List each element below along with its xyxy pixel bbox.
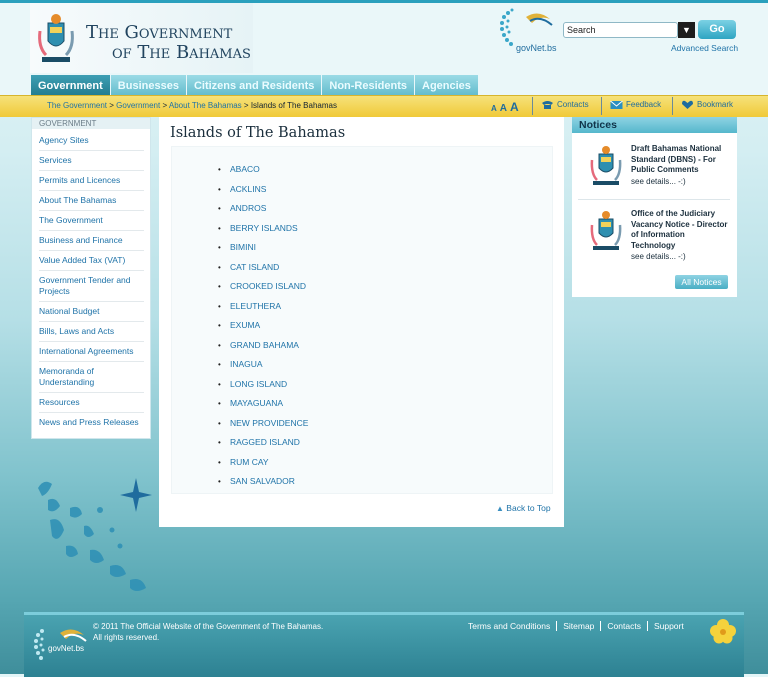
notices-heading: Notices [572, 117, 737, 133]
sidebar-heading: GOVERNMENT [32, 118, 150, 129]
island-link[interactable]: ACKLINS [218, 180, 308, 200]
hibiscus-flower-icon [710, 619, 736, 644]
footer-links: Terms and Conditions Sitemap Contacts Suppo… [468, 621, 690, 631]
feedback-link[interactable]: Feedback [610, 100, 661, 110]
divider [532, 97, 533, 115]
site-title-line2: of The Bahamas [112, 42, 251, 63]
govnet-text: govNet.bs [516, 43, 557, 53]
island-link[interactable]: BERRY ISLANDS [218, 219, 308, 239]
bookmark-link[interactable]: Bookmark [681, 100, 733, 110]
sidebar-item-agreements[interactable]: International Agreements [39, 342, 144, 362]
sidebar-item-news[interactable]: News and Press Releases [39, 413, 144, 432]
breadcrumb-separator: > [162, 101, 168, 110]
notice-title[interactable]: Office of the Judiciary Vacancy Notice -… [631, 209, 731, 251]
phone-icon [542, 101, 553, 109]
all-notices-button[interactable]: All Notices [675, 275, 728, 289]
copyright: © 2011 The Official Website of the Gover… [93, 622, 324, 642]
footer-link-contacts[interactable]: Contacts [600, 621, 647, 631]
sidebar-item-permits[interactable]: Permits and Licences [39, 171, 144, 191]
divider [578, 199, 730, 200]
breadcrumb-separator: > [243, 101, 249, 110]
island-link[interactable]: EXUMA [218, 316, 308, 336]
coat-of-arms-icon [590, 146, 622, 185]
govnet-logo-icon[interactable]: govNet.bs [496, 7, 558, 55]
coat-of-arms-icon [38, 14, 74, 62]
back-to-top-link[interactable]: ▲ Back to Top [496, 503, 551, 513]
breadcrumb-link[interactable]: About The Bahamas [169, 101, 242, 110]
island-link[interactable]: SAN SALVADOR [218, 472, 308, 492]
envelope-icon [610, 100, 623, 109]
islands-list: ABACO ACKLINS ANDROS BERRY ISLANDS BIMIN… [218, 160, 308, 492]
notices-panel: Notices Draft Bahamas National Standard … [572, 117, 737, 297]
bahamas-map-icon [38, 478, 152, 591]
main-content: Islands of The Bahamas ABACO ACKLINS AND… [159, 117, 564, 527]
sidebar-menu: GOVERNMENT Agency Sites Services Permits… [31, 117, 151, 439]
breadcrumb-link[interactable]: The Government [47, 101, 107, 110]
footer-link-terms[interactable]: Terms and Conditions [468, 621, 556, 631]
island-link[interactable]: GRAND BAHAMA [218, 336, 308, 356]
sidebar-item-resources[interactable]: Resources [39, 393, 144, 413]
breadcrumb-link[interactable]: Government [116, 101, 160, 110]
notice-details-link[interactable]: see details... -:) [631, 177, 686, 186]
sidebar-item-tender[interactable]: Government Tender and Projects [39, 271, 144, 302]
breadcrumb: The Government > Government > About The … [47, 101, 337, 110]
breadcrumb-current: Islands of The Bahamas [250, 101, 337, 110]
footer-link-sitemap[interactable]: Sitemap [556, 621, 601, 631]
site-logo[interactable]: The Government of The Bahamas [30, 3, 253, 73]
govnet-logo-icon[interactable]: govNet.bs [30, 623, 90, 671]
contacts-link[interactable]: Contacts [541, 100, 589, 110]
heart-icon [682, 100, 693, 109]
island-link[interactable]: CAT ISLAND [218, 258, 308, 278]
font-large-button[interactable]: A [510, 100, 519, 114]
govnet-text: govNet.bs [48, 644, 84, 653]
search-scope-dropdown[interactable]: ▼ [678, 22, 695, 38]
site-header: The Government of The Bahamas govNet.bs … [0, 3, 768, 98]
islands-panel: ABACO ACKLINS ANDROS BERRY ISLANDS BIMIN… [171, 146, 553, 494]
sidebar-item-agency-sites[interactable]: Agency Sites [39, 131, 144, 151]
font-size-controls: AAA [491, 100, 522, 114]
breadcrumb-separator: > [109, 101, 114, 110]
sidebar-item-services[interactable]: Services [39, 151, 144, 171]
sidebar-item-memoranda[interactable]: Memoranda of Understanding [39, 362, 144, 393]
notice-details-link[interactable]: see details... -:) [631, 252, 686, 261]
sidebar-item-budget[interactable]: National Budget [39, 302, 144, 322]
site-footer: govNet.bs © 2011 The Official Website of… [24, 612, 744, 677]
arrow-up-icon: ▲ [496, 504, 504, 513]
sidebar-item-vat[interactable]: Value Added Tax (VAT) [39, 251, 144, 271]
font-medium-button[interactable]: A [500, 103, 507, 114]
island-link[interactable]: INAGUA [218, 355, 308, 375]
island-link[interactable]: CROOKED ISLAND [218, 277, 308, 297]
coat-of-arms-icon [590, 211, 622, 250]
island-link[interactable]: BIMINI [218, 238, 308, 258]
island-link[interactable]: ANDROS [218, 199, 308, 219]
divider [672, 97, 673, 115]
search-input[interactable] [563, 22, 678, 38]
island-link[interactable]: ELEUTHERA [218, 297, 308, 317]
island-link[interactable]: LONG ISLAND [218, 375, 308, 395]
footer-link-support[interactable]: Support [646, 621, 690, 631]
page-title: Islands of The Bahamas [170, 125, 346, 141]
divider [601, 97, 602, 115]
island-link[interactable]: NEW PROVIDENCE [218, 414, 308, 434]
breadcrumb-bar: The Government > Government > About The … [0, 95, 768, 117]
sidebar-item-business[interactable]: Business and Finance [39, 231, 144, 251]
island-link[interactable]: ABACO [218, 160, 308, 180]
notice-title[interactable]: Draft Bahamas National Standard (DBNS) -… [631, 144, 731, 176]
island-link[interactable]: RUM CAY [218, 453, 308, 473]
sidebar-item-bills[interactable]: Bills, Laws and Acts [39, 322, 144, 342]
advanced-search-link[interactable]: Advanced Search [671, 43, 738, 53]
search-go-button[interactable]: Go [698, 20, 736, 39]
site-title-line1: The Government [86, 22, 233, 43]
font-small-button[interactable]: A [491, 104, 497, 113]
sidebar-item-government[interactable]: The Government [39, 211, 144, 231]
site-title: The Government of The Bahamas [86, 23, 256, 63]
sidebar-item-about[interactable]: About The Bahamas [39, 191, 144, 211]
island-link[interactable]: MAYAGUANA [218, 394, 308, 414]
island-link[interactable]: RAGGED ISLAND [218, 433, 308, 453]
chevron-down-icon: ▼ [682, 25, 691, 35]
